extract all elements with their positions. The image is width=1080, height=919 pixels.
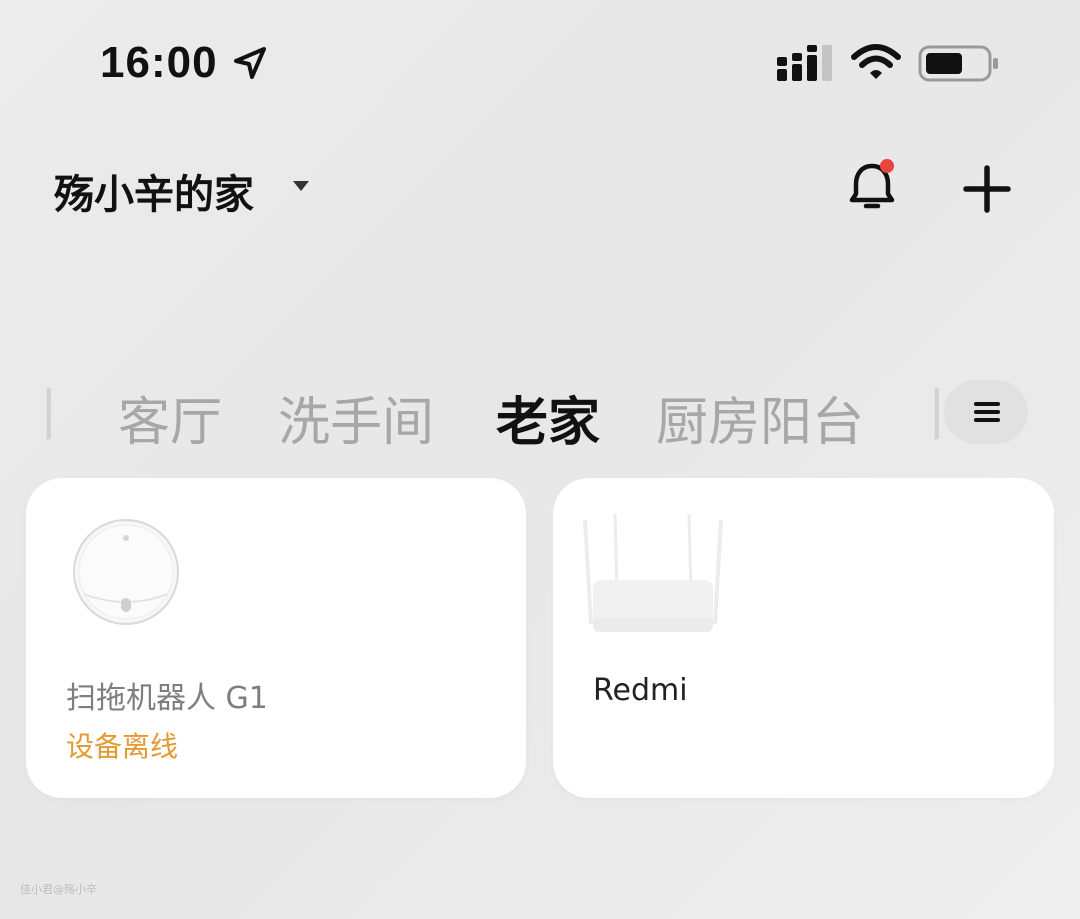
battery-icon [918,45,998,82]
home-title[interactable]: 殇小辛的家 [54,162,254,220]
tab-edge-left: | [40,380,58,440]
watermark: 佳小君@殇小辛 [20,883,97,896]
tab-kitchen-balcony[interactable]: 厨房阳台 [656,380,864,455]
status-time: 16:00 [100,38,218,87]
tab-living-room[interactable]: 客厅 [118,380,222,455]
tab-edge-right: | [928,380,946,440]
room-menu-button[interactable] [944,380,1028,444]
device-status: 设备离线 [66,730,179,763]
status-bar: 16:00 [0,0,1080,130]
plus-icon [963,165,1011,213]
router-icon [583,514,723,632]
device-name: 扫拖机器人 G1 [66,681,268,716]
dropdown-caret-icon[interactable] [292,180,310,192]
cellular-signal-icon [777,45,832,81]
wifi-icon [851,44,901,79]
tab-hometown[interactable]: 老家 [496,380,600,455]
device-card-robot[interactable]: 扫拖机器人 G1 设备离线 [26,478,526,798]
add-device-button[interactable] [962,164,1012,214]
location-arrow-icon [234,47,266,79]
notification-dot [880,159,894,173]
device-card-router[interactable]: Redmi [553,478,1054,798]
robot-vacuum-icon [73,519,179,625]
tab-bathroom[interactable]: 洗手间 [278,380,434,455]
device-name: Redmi [593,673,688,708]
